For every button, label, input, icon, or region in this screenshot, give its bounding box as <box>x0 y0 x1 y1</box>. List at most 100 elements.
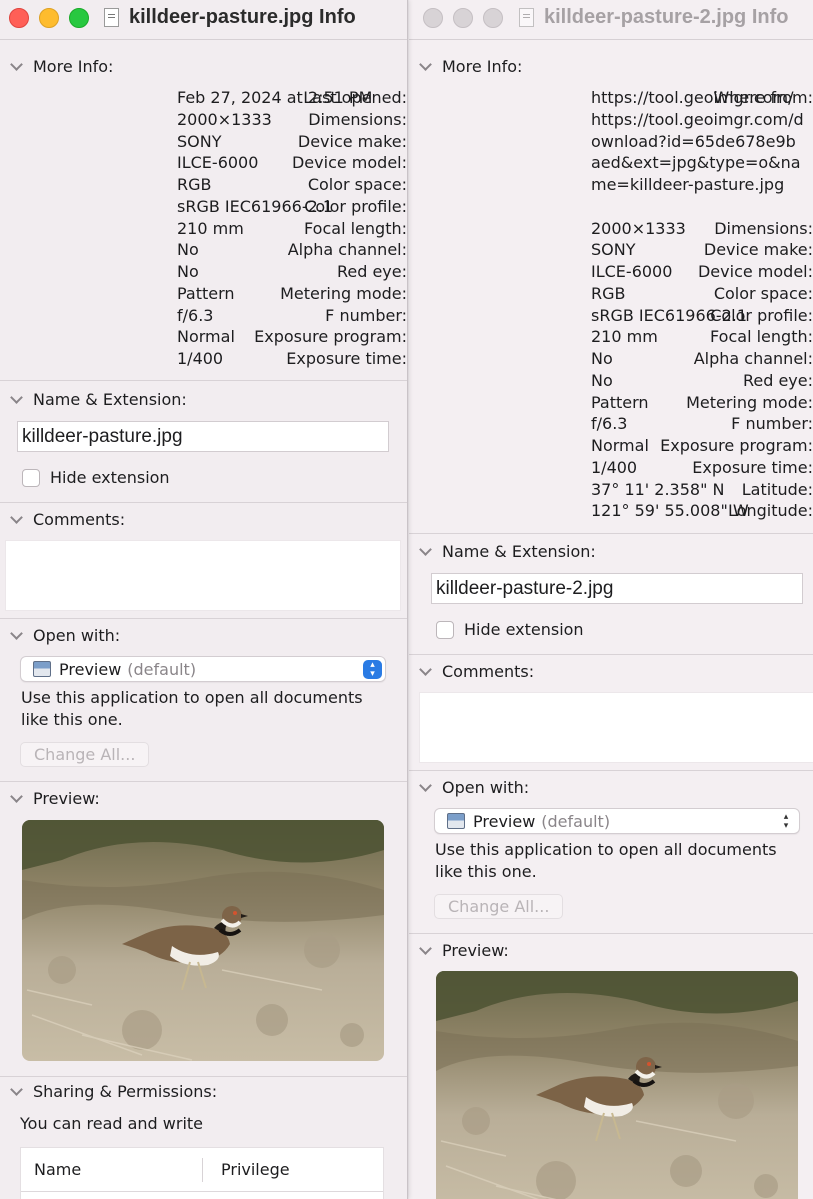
section-label: Name & Extension: <box>442 541 596 561</box>
title-bar: killdeer-pasture.jpg Info <box>0 0 407 40</box>
more-info-header[interactable]: More Info: <box>0 53 407 79</box>
info-key: Alpha channel: <box>287 240 407 260</box>
filename-field[interactable]: killdeer-pasture-2.jpg <box>431 573 803 604</box>
section-label: Comments: <box>442 661 535 681</box>
section-label: Open with: <box>33 625 121 645</box>
info-row: Color profile: sRGB IEC61966-2.1 <box>409 305 813 327</box>
info-row: Color space: RGB <box>409 283 813 305</box>
info-value: RGB <box>591 283 626 303</box>
info-row: Red eye: No <box>0 261 407 283</box>
info-key: Exposure program: <box>254 327 407 347</box>
chevron-down-icon <box>419 542 432 556</box>
info-row: F number: f/6.3 <box>409 413 813 435</box>
info-value: No <box>177 262 199 281</box>
divider <box>0 618 407 619</box>
preview-header[interactable]: Preview: <box>0 785 407 811</box>
info-row: Dimensions: 2000×1333 <box>409 218 813 240</box>
section-label: Preview: <box>33 788 100 808</box>
hide-extension-row[interactable]: Hide extension <box>22 468 170 487</box>
comments-textarea[interactable] <box>419 692 813 763</box>
app-name: Preview <box>473 811 536 831</box>
zoom-window-button[interactable] <box>483 8 503 28</box>
info-key: Device make: <box>297 131 407 151</box>
change-all-button[interactable]: Change All... <box>20 742 149 767</box>
section-label: Open with: <box>442 777 530 797</box>
comments-textarea[interactable] <box>5 540 401 611</box>
window-title: killdeer-pasture-2.jpg Info <box>519 6 788 29</box>
info-value: ILCE-6000 <box>177 153 259 173</box>
chevron-down-icon <box>419 57 432 71</box>
info-row: Exposure program: Normal <box>409 435 813 457</box>
popup-stepper-icon: ▴ ▾ <box>783 812 789 831</box>
document-icon <box>519 8 534 27</box>
app-default-label: (default) <box>541 811 611 831</box>
info-key: Color space: <box>307 175 407 194</box>
filename-field[interactable]: killdeer-pasture.jpg <box>17 421 389 452</box>
comments-header[interactable]: Comments: <box>409 658 813 684</box>
info-value: ILCE-6000 <box>591 262 673 281</box>
open-with-header[interactable]: Open with: <box>0 622 407 648</box>
description-line: like this one. <box>435 862 537 881</box>
sharing-permissions-header[interactable]: Sharing & Permissions: <box>0 1078 407 1104</box>
name-extension-header[interactable]: Name & Extension: <box>0 386 407 412</box>
open-with-header[interactable]: Open with: <box>409 774 813 800</box>
window-title: killdeer-pasture.jpg Info <box>104 6 356 29</box>
column-header-privilege[interactable]: Privilege <box>221 1160 290 1179</box>
open-with-popup[interactable]: Preview (default) ▴ ▾ <box>20 656 386 682</box>
info-window-killdeer-pasture: killdeer-pasture.jpg Info More Info: Las… <box>0 0 408 1199</box>
info-value: RGB <box>177 175 212 194</box>
section-label: More Info: <box>442 56 523 76</box>
info-key: Focal length: <box>304 218 407 238</box>
chevron-down-icon <box>10 1082 23 1096</box>
chevron-down-icon <box>419 941 432 955</box>
description-line: like this one. <box>21 710 123 729</box>
info-row: Device make: SONY <box>409 239 813 261</box>
info-value: f/6.3 <box>177 305 214 325</box>
where-from-value[interactable]: https://tool.geoimgr.com/ https://tool.g… <box>591 87 805 196</box>
info-row: Device model: ILCE-6000 <box>0 152 407 174</box>
info-row: Dimensions: 2000×1333 <box>0 109 407 131</box>
info-key: Red eye: <box>742 370 813 390</box>
info-key: Metering mode: <box>686 392 813 412</box>
chevron-down-icon <box>419 778 432 792</box>
hide-extension-label: Hide extension <box>464 620 584 639</box>
close-window-button[interactable] <box>423 8 443 28</box>
killdeer-photo <box>22 820 384 1061</box>
preview-header[interactable]: Preview: <box>409 937 813 963</box>
name-extension-header[interactable]: Name & Extension: <box>409 538 813 564</box>
close-window-button[interactable] <box>9 8 29 28</box>
minimize-window-button[interactable] <box>39 8 59 28</box>
section-label: Name & Extension: <box>33 389 187 409</box>
chevron-down-icon <box>10 510 23 524</box>
info-row: Longitude: 121° 59' 55.008" W <box>409 500 813 522</box>
info-value: SONY <box>591 240 636 260</box>
info-row: Latitude: 37° 11' 2.358" N <box>409 479 813 501</box>
info-value: Normal <box>591 436 649 455</box>
zoom-window-button[interactable] <box>69 8 89 28</box>
minimize-window-button[interactable] <box>453 8 473 28</box>
info-key: F number: <box>325 305 407 325</box>
change-all-button[interactable]: Change All... <box>434 894 563 919</box>
window-title-text: killdeer-pasture.jpg Info <box>129 6 356 28</box>
info-row: Exposure time: 1/400 <box>409 457 813 479</box>
open-with-popup[interactable]: Preview (default) ▴ ▾ <box>434 808 800 834</box>
column-header-name[interactable]: Name <box>34 1160 81 1179</box>
info-row: Exposure time: 1/400 <box>0 348 407 370</box>
info-value: SONY <box>177 131 222 151</box>
hide-extension-row[interactable]: Hide extension <box>436 620 584 639</box>
title-bar: killdeer-pasture-2.jpg Info <box>409 0 813 40</box>
info-value: Pattern <box>591 392 649 412</box>
hide-extension-checkbox[interactable] <box>22 468 40 487</box>
hide-extension-checkbox[interactable] <box>436 620 454 639</box>
description-line: Use this application to open all documen… <box>435 840 777 859</box>
comments-header[interactable]: Comments: <box>0 506 407 532</box>
preview-app-icon <box>33 661 51 677</box>
divider <box>0 781 407 782</box>
more-info-header[interactable]: More Info: <box>409 53 813 79</box>
info-value: No <box>591 370 613 390</box>
description-line: Use this application to open all documen… <box>21 688 363 707</box>
section-label: Preview: <box>442 940 509 960</box>
killdeer-photo <box>436 971 798 1199</box>
divider <box>0 380 407 381</box>
info-value: Pattern <box>177 283 235 303</box>
